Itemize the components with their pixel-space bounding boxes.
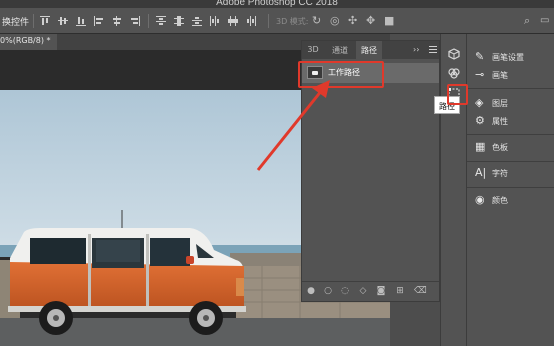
annotation-arrow [256,80,330,171]
photoshop-window: Adobe Photoshop CC 2018 换控件 3D 模式: ↻ ◎ ✣… [0,0,554,346]
